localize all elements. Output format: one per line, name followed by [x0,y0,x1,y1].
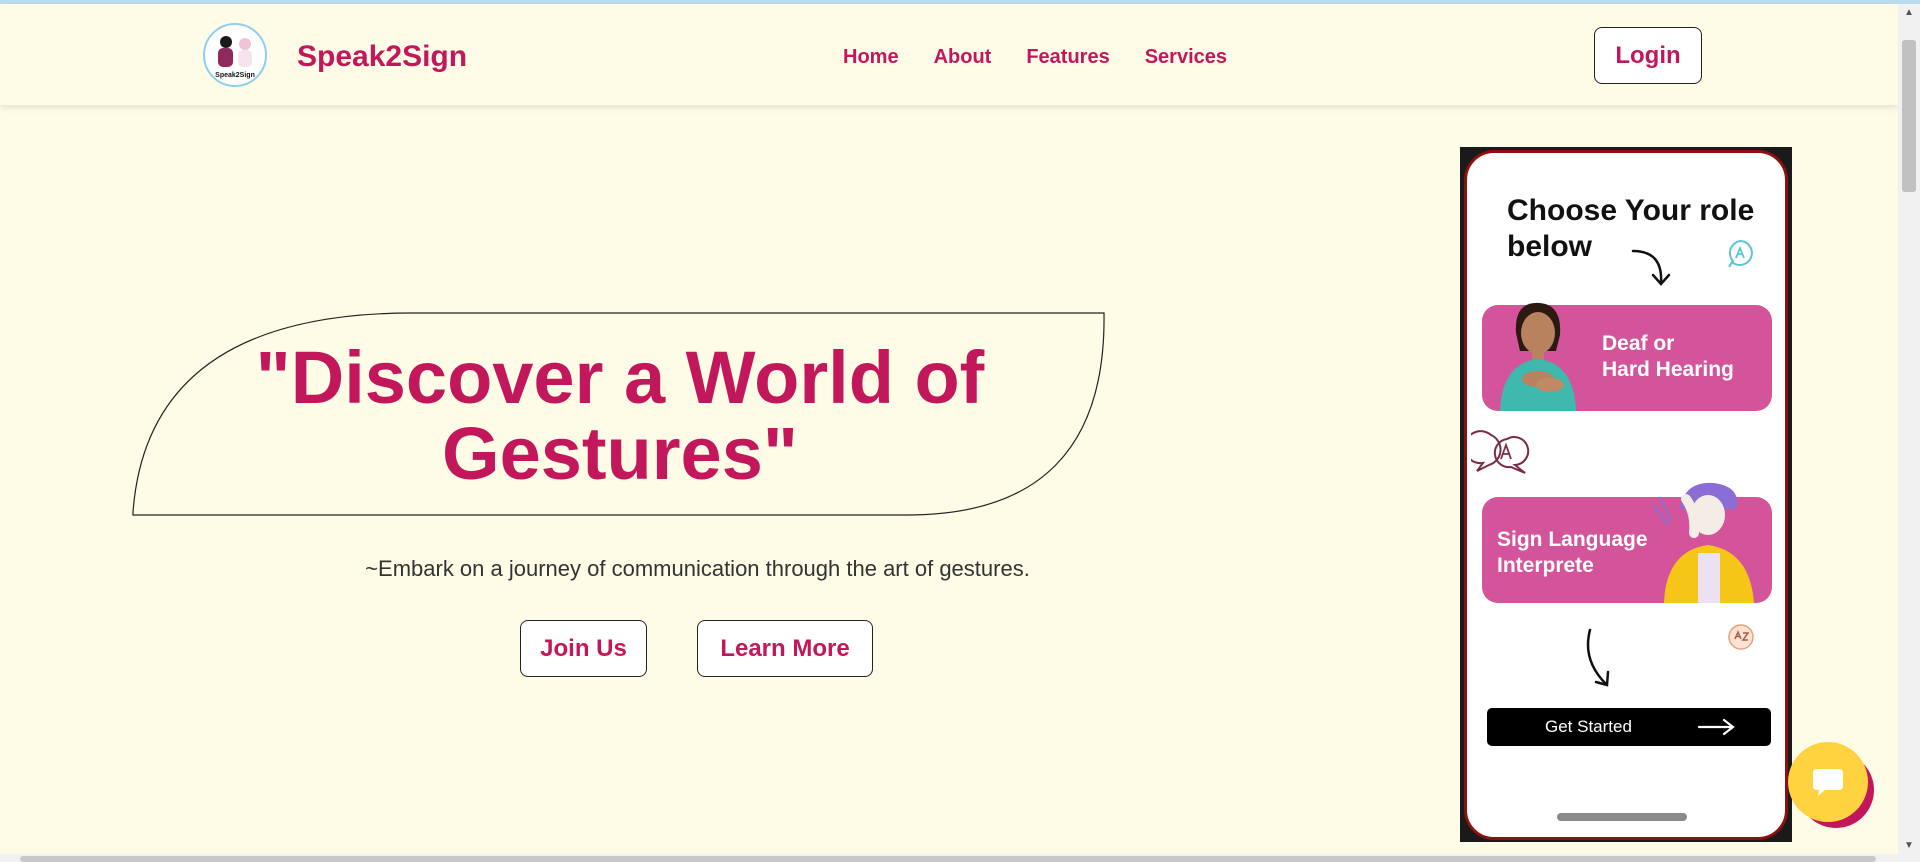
role-interpreter-label: Sign Language Interprete [1497,527,1648,579]
nav-about-link[interactable]: About [934,46,992,69]
navbar: Speak2Sign Speak2Sign Home About Feature… [0,4,1898,105]
join-us-button[interactable]: Join Us [520,620,647,677]
role-deaf-line1: Deaf or [1602,332,1675,355]
get-started-label: Get Started [1545,717,1632,736]
role-deaf-line2: Hard Hearing [1602,358,1734,381]
hero-tagline: ~Embark on a journey of communication th… [365,556,1030,581]
chat-button-circle [1788,742,1868,822]
chat-icon [1813,769,1843,796]
scroll-up-arrow[interactable]: ▲ [1904,8,1914,18]
nav-services-link[interactable]: Services [1145,46,1227,69]
translate-bubbles-icon [1471,430,1530,474]
arrow-right-icon [1697,718,1735,736]
role-interpreter-line2: Interprete [1497,554,1594,577]
scroll-down-arrow[interactable]: ▼ [1904,841,1914,851]
role-title-line1: Choose Your role [1507,194,1755,227]
phone-home-indicator [1557,813,1687,821]
speech-sign-icon [1728,239,1753,268]
login-button[interactable]: Login [1594,27,1702,84]
arrow-down-curve-icon [1586,628,1610,687]
logo-text: Speak2Sign [215,72,255,79]
woman-signing-illustration [1500,302,1576,411]
chat-button[interactable] [1788,742,1874,828]
role-title-line2: below [1507,230,1593,263]
vertical-scrollbar-thumb[interactable] [1902,40,1916,192]
hero-title-line2: Gestures" [442,412,798,495]
get-started-button[interactable]: Get Started [1487,708,1771,746]
nav-features-link[interactable]: Features [1026,46,1109,69]
hero-title: "Discover a World of Gestures" [165,340,1075,492]
nav-home-link[interactable]: Home [843,46,899,69]
role-interpreter-line1: Sign Language [1497,528,1648,551]
horizontal-scrollbar-thumb[interactable] [20,856,1876,862]
role-card-interpreter[interactable]: Sign Language Interprete [1482,482,1772,603]
man-signing-illustration [1653,482,1754,603]
hero-title-line1: "Discover a World of [255,336,985,419]
learn-more-button[interactable]: Learn More [697,620,873,677]
brand-name[interactable]: Speak2Sign [297,40,467,74]
role-card-deaf[interactable]: Deaf or Hard Hearing [1482,302,1772,411]
nav-links: Home About Features Services [843,46,1227,69]
phone-mockup: Choose Your role below Deaf or Hard Hear… [1460,147,1792,842]
role-deaf-label: Deaf or Hard Hearing [1602,331,1734,383]
phone-screen: Choose Your role below Deaf or Hard Hear… [1464,150,1788,840]
translate-badge-icon [1728,624,1754,650]
arrow-curve-icon [1631,249,1671,286]
brand-logo[interactable]: Speak2Sign [203,23,267,87]
logo-illustration: Speak2Sign [215,36,255,79]
